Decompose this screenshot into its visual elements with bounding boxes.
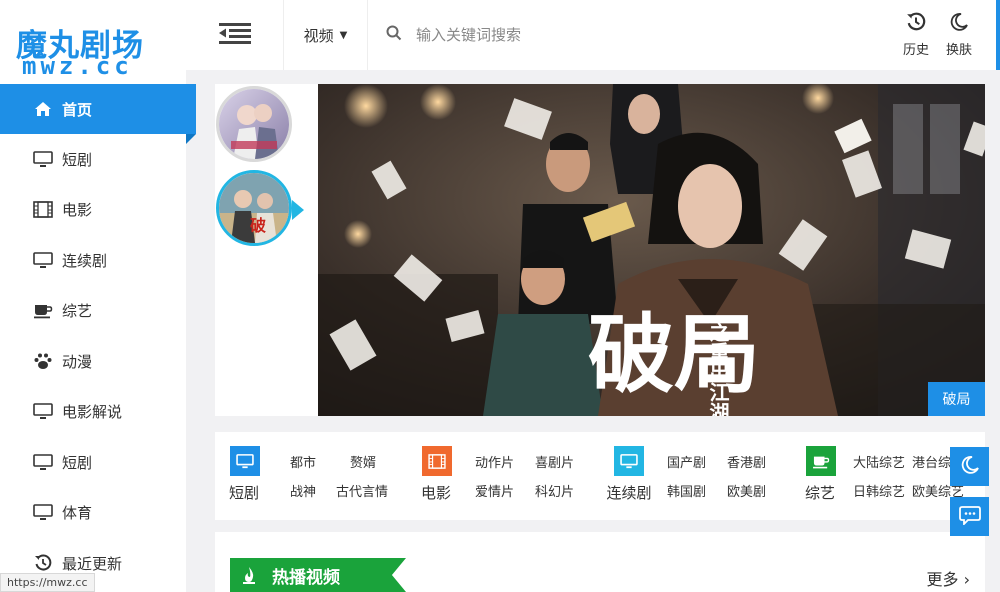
category-shortcuts: 短剧 都市 赘婿 战神 古代言情 电影 动作片 喜剧片 爱情片 科幻片 连续剧 … bbox=[215, 432, 985, 520]
caret-down-icon: ▼ bbox=[339, 29, 348, 41]
scroll-indicator bbox=[996, 0, 1000, 70]
category-title[interactable]: 连续剧 bbox=[604, 482, 654, 503]
history-button[interactable]: 历史 bbox=[896, 10, 936, 58]
nav-label: 最近更新 bbox=[62, 554, 123, 573]
category-block-series: 连续剧 国产剧 香港剧 韩国剧 欧美剧 bbox=[606, 446, 804, 506]
chat-bubble-icon bbox=[958, 505, 981, 529]
banner-hero-image[interactable]: 破局 之重出江湖 破局 bbox=[318, 84, 985, 416]
category-link[interactable]: 韩国剧 bbox=[667, 481, 706, 500]
nav-item-short-drama-2[interactable]: 短剧 bbox=[0, 437, 186, 487]
nav-item-movie-commentary[interactable]: 电影解说 bbox=[0, 386, 186, 436]
nav-label: 体育 bbox=[62, 503, 93, 522]
film-icon bbox=[32, 200, 54, 218]
monitor-icon bbox=[32, 503, 54, 521]
nav-item-short-drama[interactable]: 短剧 bbox=[0, 134, 186, 184]
skin-button[interactable]: 换肤 bbox=[939, 10, 979, 58]
paw-icon bbox=[32, 352, 54, 370]
coffee-cup-icon bbox=[32, 301, 54, 319]
skin-label: 换肤 bbox=[945, 43, 972, 58]
category-link[interactable]: 大陆综艺 bbox=[853, 452, 905, 471]
history-icon bbox=[896, 10, 936, 34]
nav-label: 连续剧 bbox=[62, 251, 108, 270]
menu-collapse-icon bbox=[218, 21, 251, 49]
nav-item-sports[interactable]: 体育 bbox=[0, 487, 186, 537]
nav-label: 首页 bbox=[62, 100, 93, 119]
category-link[interactable]: 国产剧 bbox=[667, 452, 706, 471]
home-icon bbox=[32, 100, 54, 118]
search-bar bbox=[386, 22, 806, 48]
poster-subtitle-text: 之重出江湖 bbox=[706, 321, 730, 416]
flame-icon bbox=[242, 566, 256, 584]
category-block-movie: 电影 动作片 喜剧片 爱情片 科幻片 bbox=[421, 446, 612, 506]
film-icon[interactable] bbox=[422, 446, 452, 476]
banner-title-label[interactable]: 破局 bbox=[928, 382, 985, 416]
category-link[interactable]: 爱情片 bbox=[475, 481, 514, 500]
site-logo[interactable]: 魔丸剧场 mwz.cc bbox=[0, 0, 186, 84]
nav-label: 短剧 bbox=[62, 453, 93, 472]
category-link[interactable]: 动作片 bbox=[475, 452, 514, 471]
monitor-icon bbox=[32, 453, 54, 471]
active-thumbnail-pointer bbox=[292, 200, 304, 220]
search-icon[interactable] bbox=[386, 25, 402, 45]
category-link[interactable]: 香港剧 bbox=[727, 452, 766, 471]
logo-subtitle: mwz.cc bbox=[22, 52, 133, 80]
category-link[interactable]: 赘婿 bbox=[350, 452, 376, 471]
top-bar: 视频 ▼ 历史 换肤 bbox=[186, 0, 1000, 70]
chevron-right-icon: › bbox=[963, 570, 970, 589]
category-link[interactable]: 欧美剧 bbox=[727, 481, 766, 500]
banner-thumbnail[interactable] bbox=[216, 86, 292, 162]
history-label: 历史 bbox=[902, 43, 929, 58]
category-link[interactable]: 喜剧片 bbox=[535, 452, 574, 471]
status-bar-url: https://mwz.cc bbox=[0, 573, 95, 592]
nav-item-movie[interactable]: 电影 bbox=[0, 184, 186, 234]
moon-icon bbox=[960, 455, 980, 479]
sidebar: 魔丸剧场 mwz.cc 首页 短剧 电影 连续剧 综艺 动漫 电影解说 短剧 体… bbox=[0, 0, 196, 592]
history-icon bbox=[32, 554, 54, 572]
section-title: 热播视频 bbox=[272, 567, 340, 588]
category-block-short-drama: 短剧 都市 赘婿 战神 古代言情 bbox=[229, 446, 420, 506]
hero-poster-illustration: 破局 之重出江湖 bbox=[318, 84, 985, 416]
nav-label: 综艺 bbox=[62, 301, 93, 320]
monitor-icon[interactable] bbox=[230, 446, 260, 476]
category-link[interactable]: 古代言情 bbox=[336, 481, 388, 500]
chat-button[interactable] bbox=[950, 497, 989, 536]
category-link[interactable]: 科幻片 bbox=[535, 481, 574, 500]
nav-item-anime[interactable]: 动漫 bbox=[0, 336, 186, 386]
monitor-icon bbox=[32, 402, 54, 420]
section-title-badge: 热播视频 bbox=[230, 558, 406, 592]
banner-carousel: 破 破局 之重出江湖 破局 bbox=[215, 84, 985, 416]
search-input[interactable] bbox=[416, 26, 796, 44]
banner-thumbnail-active[interactable]: 破 bbox=[216, 170, 292, 246]
more-label: 更多 bbox=[926, 570, 959, 589]
nav-label: 动漫 bbox=[62, 352, 93, 371]
category-dropdown[interactable]: 视频 ▼ bbox=[284, 0, 368, 70]
category-title[interactable]: 短剧 bbox=[214, 482, 274, 503]
monitor-icon bbox=[32, 150, 54, 168]
monitor-icon bbox=[32, 251, 54, 269]
hot-videos-section: 热播视频 更多 › bbox=[215, 532, 985, 592]
svg-text:破: 破 bbox=[250, 216, 266, 235]
more-link[interactable]: 更多 › bbox=[926, 566, 970, 590]
category-link[interactable]: 港台综 bbox=[912, 452, 951, 471]
coffee-cup-icon[interactable] bbox=[806, 446, 836, 476]
moon-icon bbox=[939, 10, 979, 34]
category-link[interactable]: 都市 bbox=[290, 452, 316, 471]
nav-item-series[interactable]: 连续剧 bbox=[0, 235, 186, 285]
category-dropdown-value: 视频 bbox=[303, 26, 334, 45]
monitor-icon[interactable] bbox=[614, 446, 644, 476]
category-title[interactable]: 综艺 bbox=[790, 482, 850, 503]
category-title[interactable]: 电影 bbox=[406, 482, 466, 503]
nav-label: 电影解说 bbox=[62, 402, 123, 421]
nav-label: 电影 bbox=[62, 200, 93, 219]
menu-toggle-button[interactable] bbox=[186, 0, 284, 70]
category-link[interactable]: 日韩综艺 bbox=[853, 481, 905, 500]
poster-title-text: 破局 bbox=[588, 304, 760, 405]
nav-label: 短剧 bbox=[62, 150, 93, 169]
nav-item-home[interactable]: 首页 bbox=[0, 84, 196, 144]
theme-toggle-button[interactable] bbox=[950, 447, 989, 486]
category-link[interactable]: 战神 bbox=[290, 481, 316, 500]
nav-item-variety[interactable]: 综艺 bbox=[0, 285, 186, 335]
